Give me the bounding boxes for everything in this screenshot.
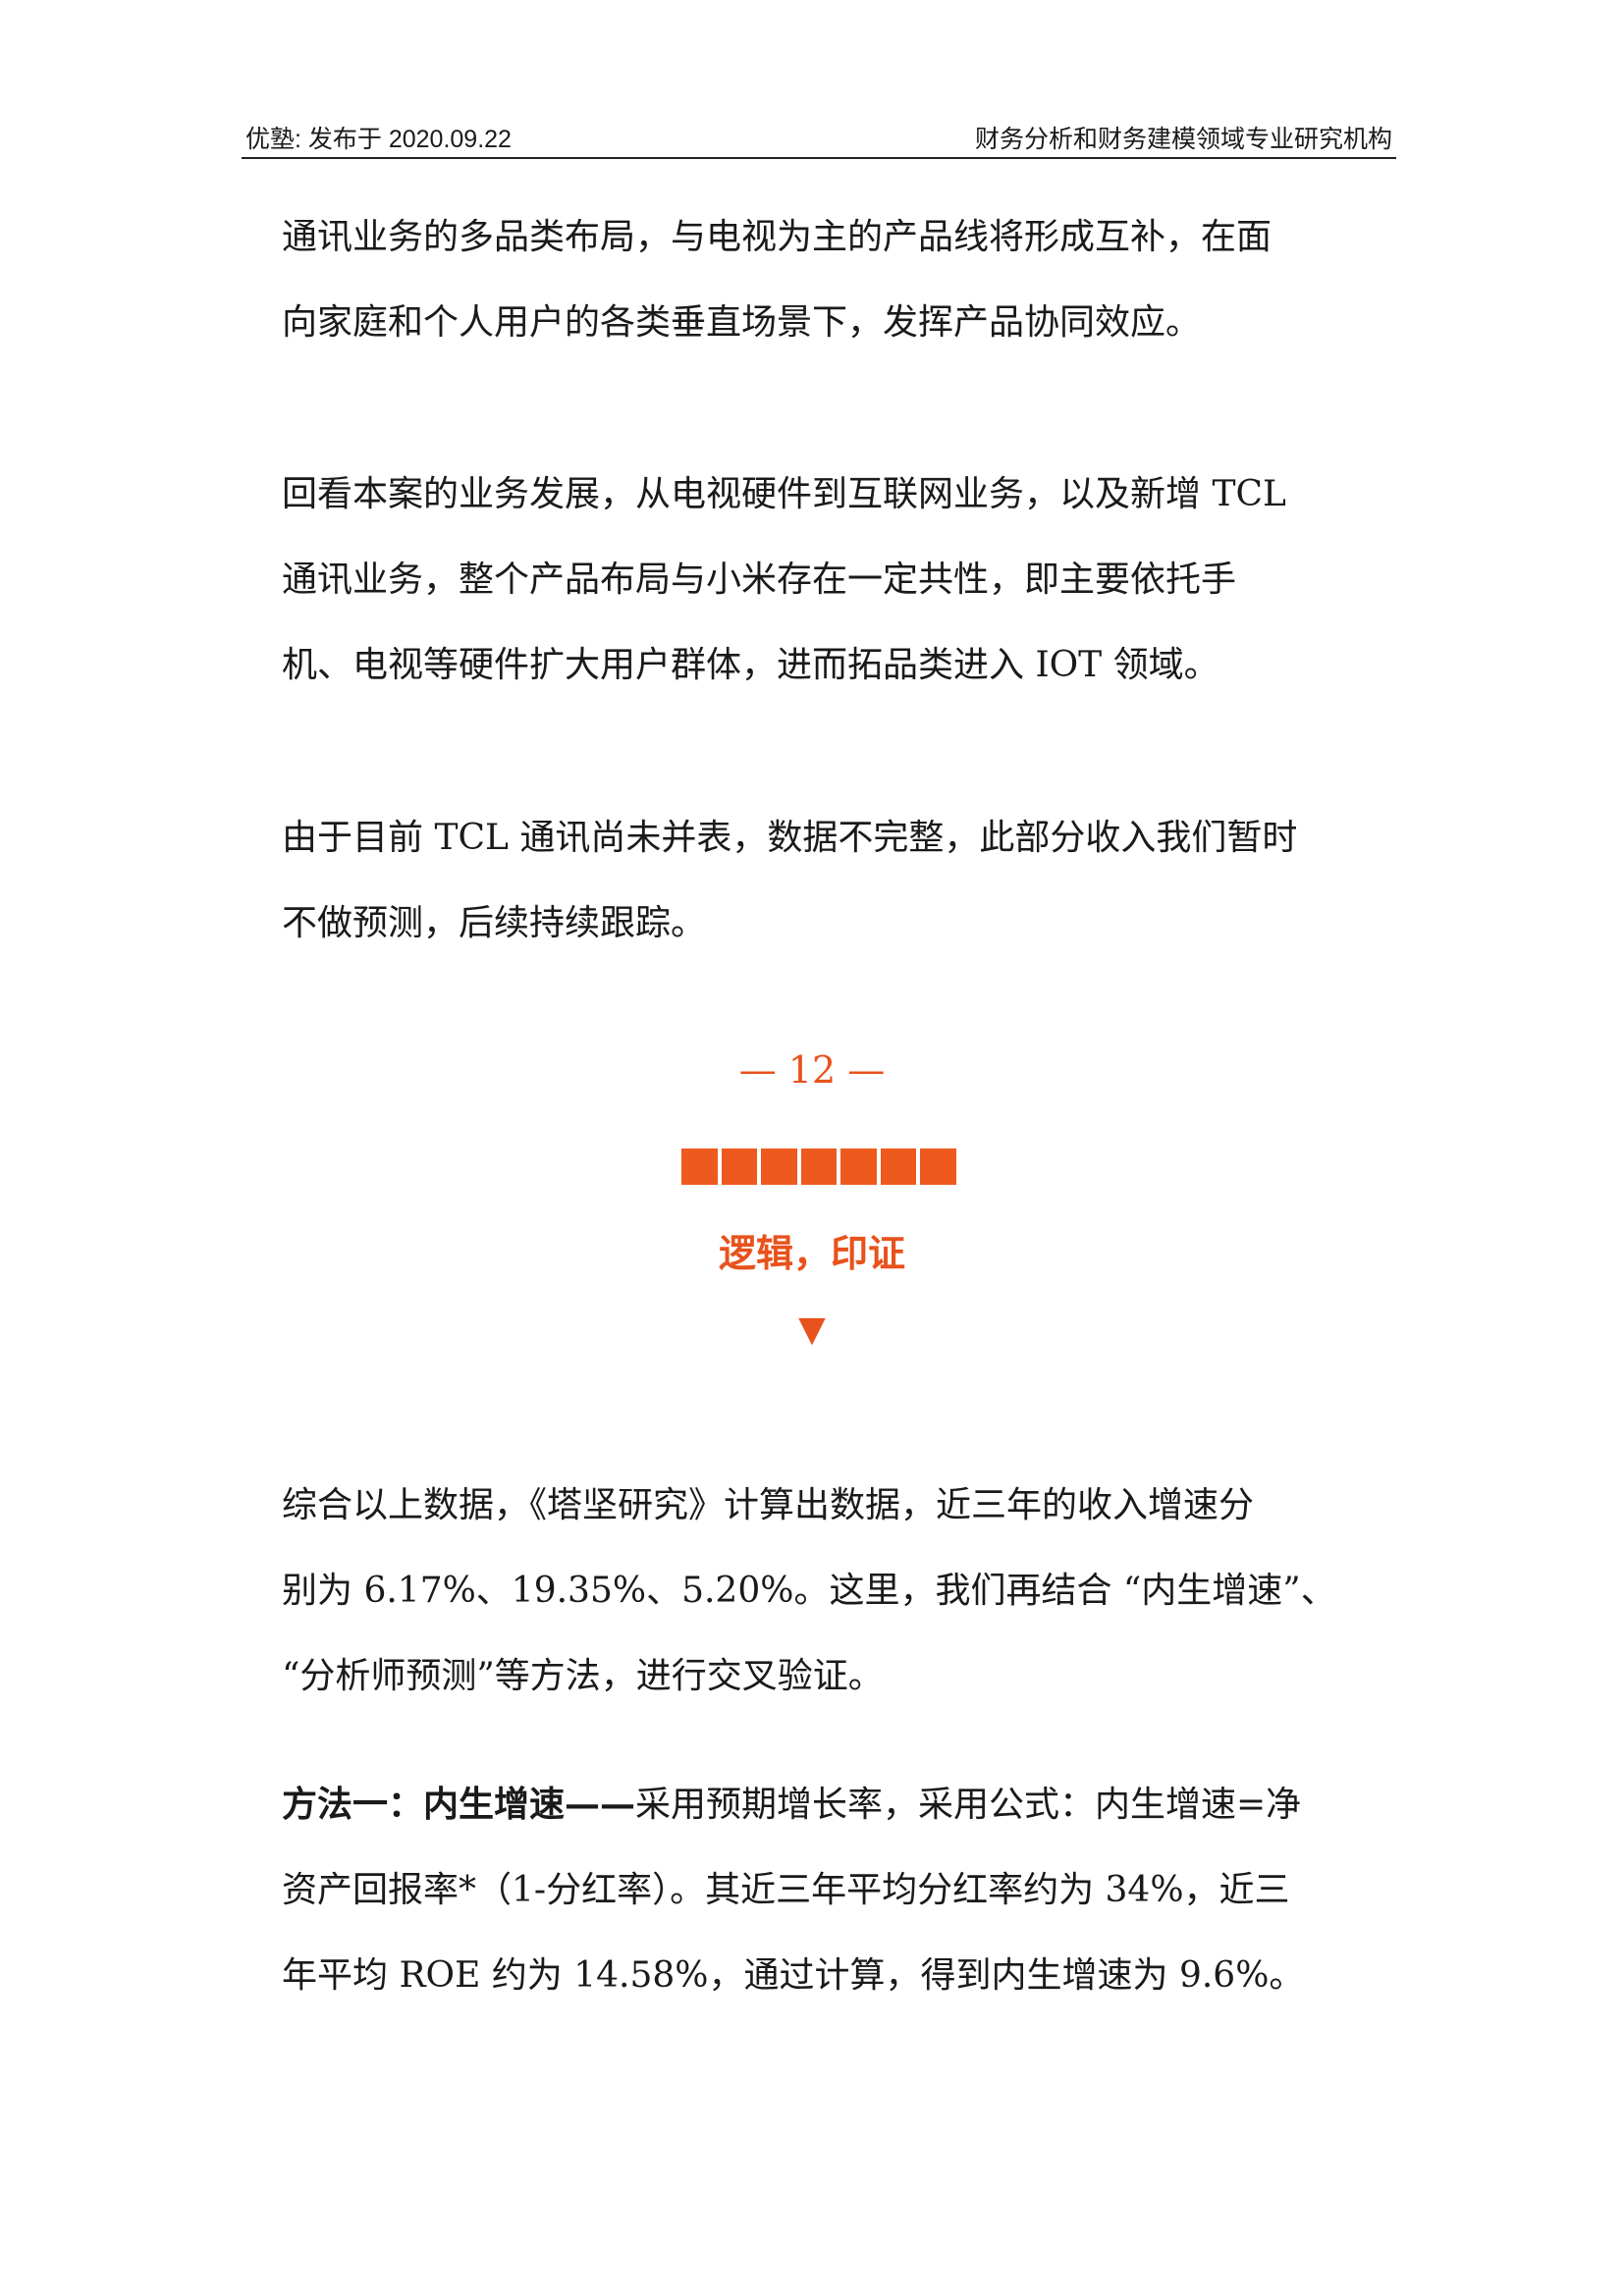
title-block (761, 1148, 797, 1185)
title-block (721, 1148, 758, 1185)
section-title-blocks (681, 1148, 957, 1185)
title-block (920, 1148, 957, 1185)
method-heading: 方法一：内生增速—— (282, 1784, 636, 1825)
text-span: 采用预期增长率，采用公式：内生增速=净 (635, 1785, 1302, 1825)
text-line: 不做预测，后续持续跟踪。 (282, 903, 707, 943)
text-line: 回看本案的业务发展，从电视硬件到互联网业务，以及新增 TCL (282, 474, 1286, 514)
header-publish-date: 优塾: 发布于 2020.09.22 (245, 126, 512, 153)
title-block (681, 1148, 718, 1185)
down-arrow-icon: ▼ (798, 1309, 826, 1350)
paragraph-5: 方法一：内生增速——采用预期增长率，采用公式：内生增速=净 资产回报率*（1-分… (282, 1762, 1352, 2018)
text-line: 通讯业务的多品类布局，与电视为主的产品线将形成互补，在面 (282, 217, 1272, 257)
text-line: “分析师预测”等方法，进行交叉验证。 (282, 1656, 884, 1696)
text-line: 方法一：内生增速——采用预期增长率，采用公式：内生增速=净 (282, 1762, 1352, 1847)
paragraph-1: 通讯业务的多品类布局，与电视为主的产品线将形成互补，在面 向家庭和个人用户的各类… (282, 194, 1352, 365)
text-line: 向家庭和个人用户的各类垂直场景下，发挥产品协同效应。 (282, 302, 1202, 343)
title-block (880, 1148, 917, 1185)
text-line: 通讯业务，整个产品布局与小米存在一定共性，即主要依托手 (282, 560, 1237, 600)
paragraph-2: 回看本案的业务发展，从电视硬件到互联网业务，以及新增 TCL 通讯业务，整个产品… (282, 452, 1352, 708)
page-header: 优塾: 发布于 2020.09.22 财务分析和财务建模领域专业研究机构 (242, 110, 1396, 159)
text-line: 年平均 ROE 约为 14.58%，通过计算，得到内生增速为 9.6%。 (282, 1955, 1305, 1996)
header-org-tagline: 财务分析和财务建模领域专业研究机构 (974, 126, 1392, 153)
title-block (840, 1148, 877, 1185)
text-line: 别为 6.17%、19.35%、5.20%。这里，我们再结合 “内生增速”、 (282, 1571, 1336, 1611)
text-line: 资产回报率*（1-分红率）。其近三年平均分红率约为 34%，近三 (282, 1870, 1290, 1910)
text-line: 综合以上数据，《塔坚研究》计算出数据，近三年的收入增速分 (282, 1485, 1255, 1525)
paragraph-4: 综合以上数据，《塔坚研究》计算出数据，近三年的收入增速分 别为 6.17%、19… (282, 1463, 1352, 1719)
text-line: 由于目前 TCL 通讯尚未并表，数据不完整，此部分收入我们暂时 (282, 818, 1298, 858)
section-title: 逻辑，印证 (718, 1232, 905, 1275)
title-block (800, 1148, 838, 1185)
text-line: 机、电视等硬件扩大用户群体，进而拓品类进入 IOT 领域。 (282, 645, 1219, 685)
section-number: — 12 — (738, 1048, 886, 1092)
paragraph-3: 由于目前 TCL 通讯尚未并表，数据不完整，此部分收入我们暂时 不做预测，后续持… (282, 795, 1352, 966)
